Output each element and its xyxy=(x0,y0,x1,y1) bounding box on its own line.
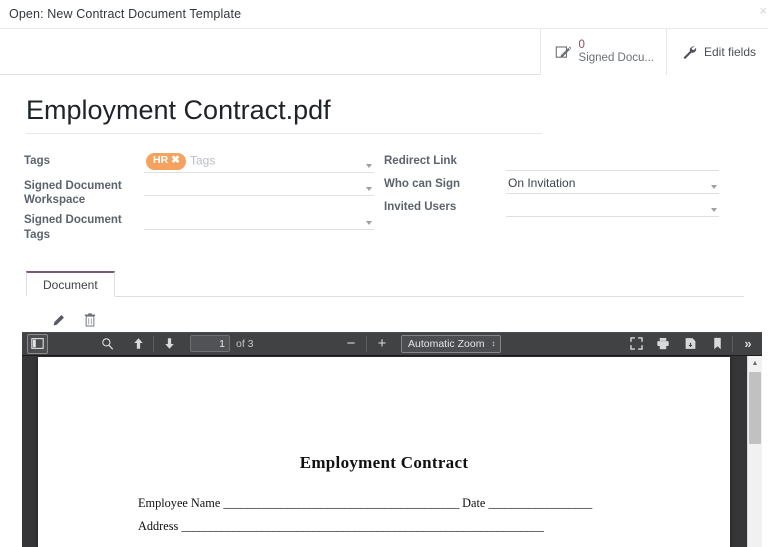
chevron-down-icon[interactable] xyxy=(366,186,372,191)
who-can-sign-field[interactable]: On Invitation xyxy=(506,175,719,195)
address-rule: ________________________________________… xyxy=(181,519,544,533)
edit-fields-label: Edit fields xyxy=(703,45,756,59)
tags-label: Tags xyxy=(24,155,50,168)
signature-pencil-icon xyxy=(555,44,572,61)
search-icon[interactable] xyxy=(97,334,117,354)
signed-documents-text: 0 Signed Docu... xyxy=(579,39,654,65)
pdf-heading: Employment Contract xyxy=(299,453,469,472)
form-row-tags: Tags HR ✖ Tags xyxy=(24,152,374,173)
redirect-link-label: Redirect Link xyxy=(384,155,457,168)
form-row-redirect-link: Redirect Link xyxy=(384,152,719,172)
invited-users-label: Invited Users xyxy=(384,201,457,214)
employee-name-rule: ________________________________________… xyxy=(223,496,460,510)
scrollbar-thumb[interactable] xyxy=(749,372,761,444)
form-column-left: Tags HR ✖ Tags Signed Document Workspace S… xyxy=(24,152,374,246)
form-container: Tags HR ✖ Tags Signed Document Workspace S… xyxy=(24,152,744,246)
form-row-signed-document-tags: Signed Document Tags xyxy=(24,211,374,242)
who-can-sign-value: On Invitation xyxy=(508,176,576,191)
scroll-up-arrow-icon[interactable]: ▲ xyxy=(748,356,762,370)
chevron-down-icon[interactable] xyxy=(366,163,372,168)
pdf-page: Employment Contract Employee Name ______… xyxy=(38,357,730,547)
chevron-down-icon[interactable] xyxy=(711,208,717,213)
more-tools-button[interactable]: » xyxy=(738,334,758,354)
pdf-toolbar: of 3 − + Automatic Zoom ↕ xyxy=(22,332,762,356)
date-label: Date xyxy=(462,496,486,510)
dialog-title: Open: New Contract Document Template xyxy=(9,7,242,21)
zoom-out-button[interactable]: − xyxy=(341,334,361,354)
toolbar-divider xyxy=(366,335,367,352)
chevron-down-icon[interactable] xyxy=(711,185,717,190)
address-label: Address xyxy=(138,519,179,533)
pdf-toolbar-left: of 3 xyxy=(22,333,254,354)
wrench-icon xyxy=(681,44,697,60)
date-rule: __________________ xyxy=(488,496,592,510)
invited-users-field[interactable] xyxy=(506,198,719,218)
pdf-toolbar-right: » xyxy=(625,334,759,354)
employee-name-label: Employee Name xyxy=(138,496,221,510)
stat-button-bar: 0 Signed Docu... Edit fields xyxy=(0,29,768,75)
form-row-who-can-sign: Who can Sign On Invitation xyxy=(384,175,719,195)
zoom-level-value: Automatic Zoom xyxy=(408,337,485,350)
pdf-scrollbar[interactable]: ▲ xyxy=(747,356,762,547)
pdf-body: Employment Contract Employee Name ______… xyxy=(22,356,762,547)
tag-badge-hr[interactable]: HR ✖ xyxy=(146,153,186,170)
printer-icon[interactable] xyxy=(653,334,673,354)
signed-documents-count: 0 xyxy=(578,38,585,51)
tab-bar: Document xyxy=(26,271,744,298)
document-actions xyxy=(52,311,744,329)
trash-icon[interactable] xyxy=(84,313,96,327)
page-title: Employment Contract.pdf xyxy=(26,95,542,135)
fullscreen-icon[interactable] xyxy=(626,334,646,354)
edit-fields-button[interactable]: Edit fields xyxy=(665,29,768,75)
bookmark-icon[interactable] xyxy=(707,334,727,354)
stat-buttons-group: 0 Signed Docu... Edit fields xyxy=(539,29,768,75)
close-icon[interactable]: × xyxy=(759,4,767,17)
signed-documents-label: Signed Docu... xyxy=(578,52,654,64)
signed-documents-stat-button[interactable]: 0 Signed Docu... xyxy=(539,29,666,75)
chevron-down-icon[interactable] xyxy=(366,221,372,226)
toolbar-divider xyxy=(732,335,733,352)
pdf-line-address: Address ________________________________… xyxy=(138,519,730,534)
who-can-sign-label: Who can Sign xyxy=(384,178,461,191)
pdf-viewer: of 3 − + Automatic Zoom ↕ xyxy=(22,332,762,547)
page-count-label: of 3 xyxy=(236,337,254,350)
redirect-link-field[interactable] xyxy=(506,152,719,172)
pdf-line-employee-name: Employee Name __________________________… xyxy=(138,496,730,511)
toolbar-divider xyxy=(153,335,154,352)
zoom-in-button[interactable]: + xyxy=(372,334,392,354)
download-icon[interactable] xyxy=(680,334,700,354)
tag-remove-icon[interactable]: ✖ xyxy=(171,154,180,166)
sidebar-toggle-icon[interactable] xyxy=(27,333,48,354)
arrow-up-icon[interactable] xyxy=(128,334,148,354)
form-column-right: Redirect Link Who can Sign On Invitation… xyxy=(384,152,719,246)
tags-field[interactable]: HR ✖ Tags xyxy=(144,152,374,173)
signed-document-workspace-field[interactable] xyxy=(144,177,374,196)
tab-document[interactable]: Document xyxy=(26,271,115,298)
dialog-header: Open: New Contract Document Template × xyxy=(0,0,768,29)
tag-badge-text: HR xyxy=(153,154,169,167)
signed-document-tags-label: Signed Document Tags xyxy=(24,214,122,241)
arrow-down-icon[interactable] xyxy=(159,334,179,354)
signed-document-tags-field[interactable] xyxy=(144,211,374,231)
zoom-level-select[interactable]: Automatic Zoom ↕ xyxy=(401,334,502,353)
tags-placeholder: Tags xyxy=(189,153,216,168)
form-sheet: Employment Contract.pdf Tags HR ✖ Tags Sig… xyxy=(0,95,768,329)
spinner-icon: ↕ xyxy=(491,338,496,348)
pencil-icon[interactable] xyxy=(52,314,65,327)
signed-document-workspace-label: Signed Document Workspace xyxy=(24,179,122,207)
page-number-input[interactable] xyxy=(190,335,230,352)
pdf-toolbar-zoom-group: − + Automatic Zoom ↕ xyxy=(340,334,502,354)
form-row-signed-document-workspace: Signed Document Workspace xyxy=(24,177,374,208)
form-row-invited-users: Invited Users xyxy=(384,198,719,218)
